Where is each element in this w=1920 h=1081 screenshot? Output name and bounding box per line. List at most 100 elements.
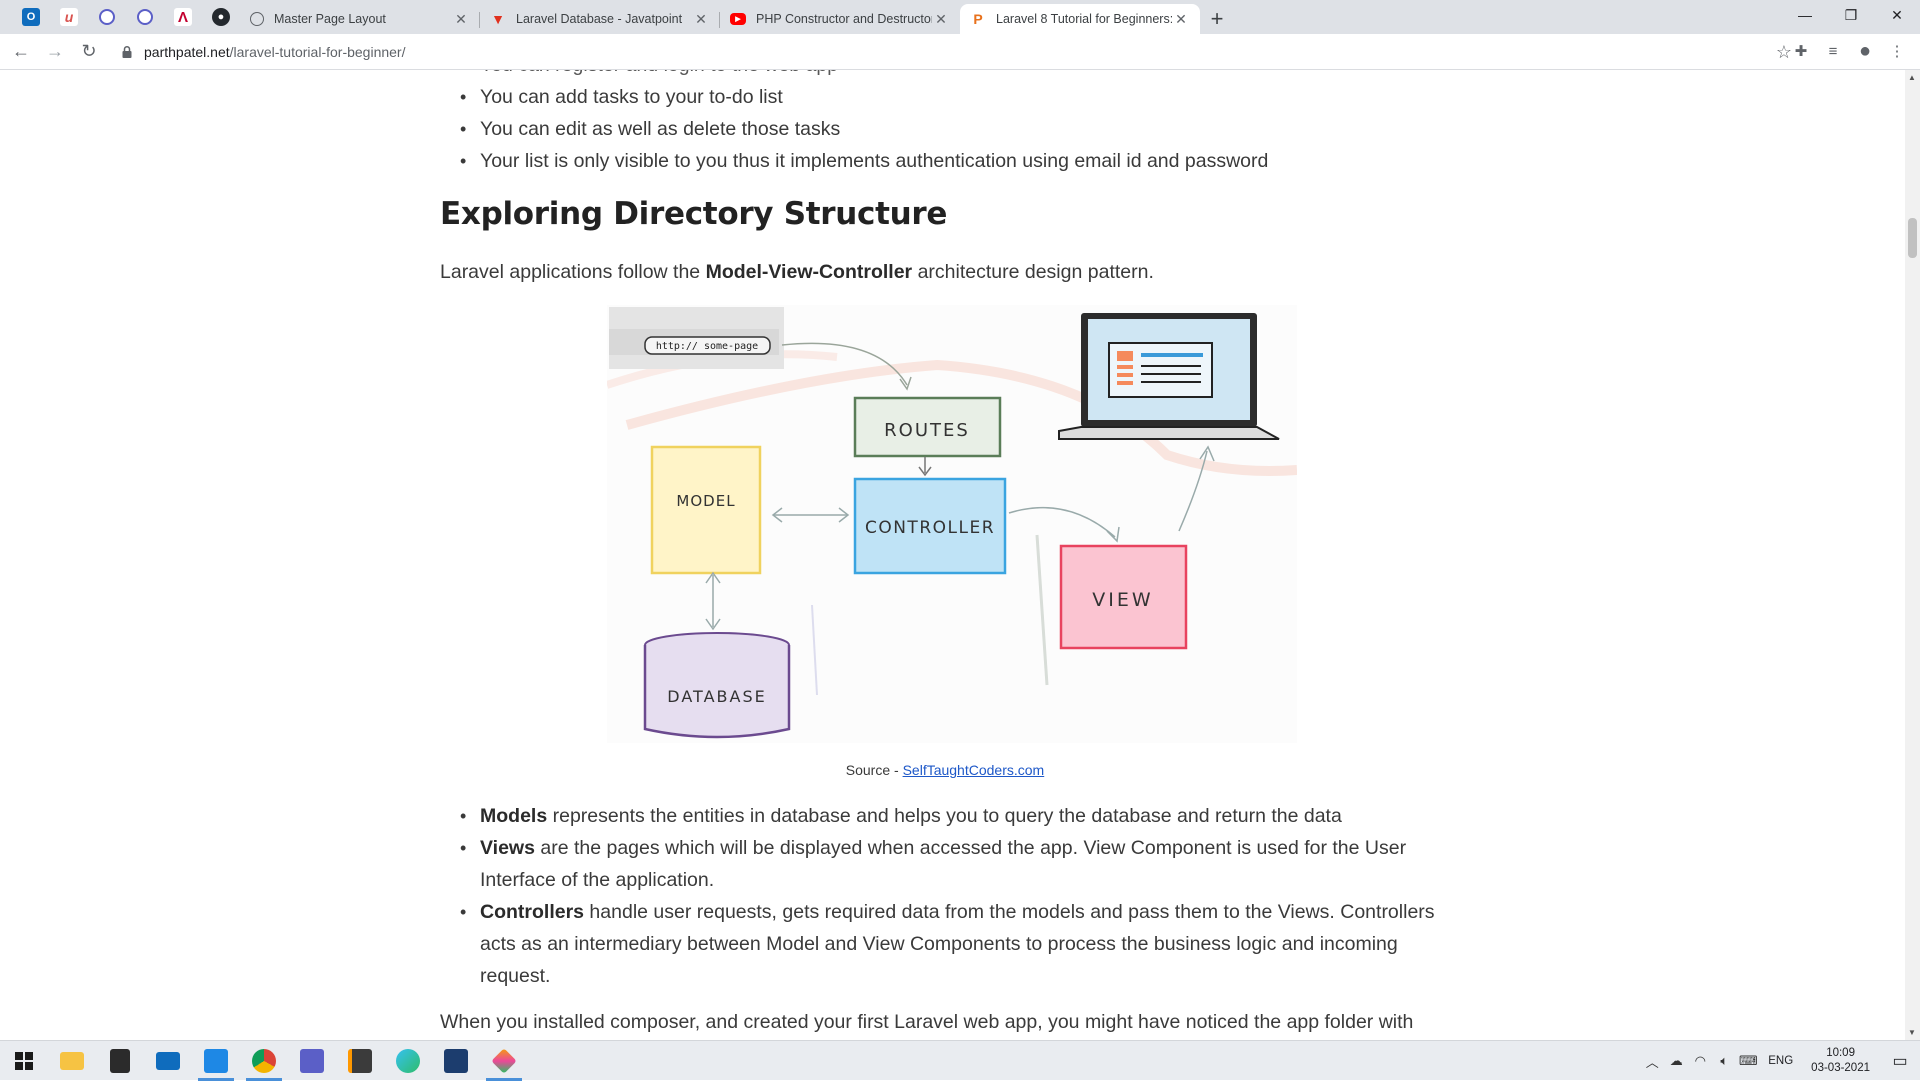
list-item: Your list is only visible to you thus it… xyxy=(440,145,1450,177)
new-tab-button[interactable]: + xyxy=(1200,4,1234,34)
scroll-down-arrow-icon[interactable]: ▼ xyxy=(1908,1028,1916,1037)
wifi-icon[interactable]: ◠ xyxy=(1688,1053,1712,1069)
pinned-tab-extension[interactable]: u xyxy=(50,0,88,34)
taskbar-edge[interactable] xyxy=(384,1041,432,1081)
tab-title: Master Page Layout xyxy=(274,12,386,26)
pinned-tab-angular[interactable]: Λ xyxy=(164,0,202,34)
term-controllers: Controllers xyxy=(480,901,585,923)
scrollbar-thumb[interactable] xyxy=(1908,218,1917,258)
list-item: You can add tasks to your to-do list xyxy=(440,81,1450,113)
sql-server-icon xyxy=(444,1048,468,1073)
database-label: DATABASE xyxy=(667,687,766,706)
notification-center-icon[interactable]: ▭ xyxy=(1880,1041,1920,1081)
tab-master-page-layout[interactable]: Master Page Layout ✕ xyxy=(240,4,480,34)
definition-views: are the pages which will be displayed wh… xyxy=(480,837,1407,891)
system-tray: ︿ ☁ ◠ 🔈︎ ⌨ ENG 10:09 03-03-2021 ▭ xyxy=(1640,1041,1920,1081)
taskbar-chrome[interactable] xyxy=(240,1041,288,1081)
term-views: Views xyxy=(480,837,535,859)
tab-title: Laravel 8 Tutorial for Beginners: C xyxy=(996,12,1172,26)
pinned-tabs: O u Λ ● xyxy=(0,0,240,34)
mvc-list: Models represents the entities in databa… xyxy=(440,800,1450,992)
globe-icon xyxy=(250,12,264,26)
term-models: Models xyxy=(480,805,548,827)
forward-button[interactable]: → xyxy=(38,35,72,69)
taskbar-teams[interactable] xyxy=(288,1041,336,1081)
close-icon[interactable]: ✕ xyxy=(932,10,950,28)
clock-date: 03-03-2021 xyxy=(1811,1062,1870,1074)
definition-models: represents the entities in database and … xyxy=(547,805,1342,827)
taskbar-vscode[interactable] xyxy=(192,1041,240,1081)
tab-laravel-tutorial[interactable]: P Laravel 8 Tutorial for Beginners: C ✕ xyxy=(960,4,1200,34)
tab-laravel-database[interactable]: ▼ Laravel Database - Javatpoint ✕ xyxy=(480,4,720,34)
restore-button[interactable]: ❐ xyxy=(1828,0,1874,30)
chrome-icon xyxy=(252,1048,276,1073)
address-bar[interactable]: parthpatel.net/laravel-tutorial-for-begi… xyxy=(108,37,1790,67)
browser-toolbar: ← → ↻ parthpatel.net/laravel-tutorial-fo… xyxy=(0,34,1920,70)
close-window-button[interactable]: ✕ xyxy=(1874,0,1920,30)
clock-time: 10:09 xyxy=(1826,1047,1855,1059)
taskbar-app-colorful[interactable] xyxy=(480,1041,528,1081)
view-label: VIEW xyxy=(1092,589,1153,611)
close-icon[interactable]: ✕ xyxy=(1172,10,1190,28)
controller-label: CONTROLLER xyxy=(865,518,995,538)
page-scrollbar[interactable]: ▲ ▼ xyxy=(1905,70,1920,1040)
pinned-tab-outlook[interactable]: O xyxy=(12,0,50,34)
edge-icon xyxy=(396,1048,420,1073)
feature-list: You can register and login to the web ap… xyxy=(440,70,1450,177)
start-button[interactable] xyxy=(0,1041,48,1081)
source-link[interactable]: SelfTaughtCoders.com xyxy=(903,762,1045,778)
list-item-models: Models represents the entities in databa… xyxy=(440,800,1450,832)
windows-logo-icon xyxy=(15,1051,33,1070)
close-icon[interactable]: ✕ xyxy=(452,10,470,28)
extensions-icon[interactable]: ✚ xyxy=(1788,38,1814,64)
taskbar-file-explorer[interactable] xyxy=(48,1041,96,1081)
pinned-tab-globe-1[interactable] xyxy=(88,0,126,34)
routes-label: ROUTES xyxy=(884,420,970,441)
minimize-button[interactable]: — xyxy=(1782,0,1828,30)
list-item-controllers: Controllers handle user requests, gets r… xyxy=(440,896,1450,992)
taskbar-ssms[interactable] xyxy=(432,1041,480,1081)
reload-button[interactable]: ↻ xyxy=(72,35,106,69)
tab-title: Laravel Database - Javatpoint xyxy=(516,12,683,26)
intro-text: Laravel applications follow the xyxy=(440,261,706,283)
volume-icon[interactable]: 🔈︎ xyxy=(1712,1053,1736,1069)
onedrive-cloud-icon[interactable]: ☁ xyxy=(1664,1053,1688,1069)
keyboard-icon[interactable]: ⌨ xyxy=(1736,1053,1760,1069)
sublime-text-icon xyxy=(348,1048,372,1073)
teams-icon xyxy=(300,1048,324,1073)
globe-icon xyxy=(137,9,153,25)
list-item: You can edit as well as delete those tas… xyxy=(440,113,1450,145)
menu-kebab-icon[interactable]: ⋮ xyxy=(1884,38,1910,64)
tab-title: PHP Constructor and Destructor xyxy=(756,12,932,26)
angular-icon: Λ xyxy=(174,8,192,26)
tab-php-constructor[interactable]: ▶ PHP Constructor and Destructor ✕ xyxy=(720,4,960,34)
mvc-diagram: http:// some-page ROUTES CONTROLLER MODE… xyxy=(607,305,1297,743)
taskbar-sublime[interactable] xyxy=(336,1041,384,1081)
vscode-icon xyxy=(204,1048,228,1073)
globe-icon xyxy=(99,9,115,25)
list-item: You can register and login to the web ap… xyxy=(440,70,1450,81)
scroll-up-arrow-icon[interactable]: ▲ xyxy=(1908,73,1916,82)
model-label: MODEL xyxy=(676,492,735,510)
reading-list-icon[interactable]: ≡ xyxy=(1820,38,1846,64)
back-button[interactable]: ← xyxy=(4,35,38,69)
javatpoint-icon: ▼ xyxy=(491,11,505,27)
close-icon[interactable]: ✕ xyxy=(692,10,710,28)
taskbar-store[interactable] xyxy=(96,1041,144,1081)
section-heading: Exploring Directory Structure xyxy=(440,196,948,232)
clock[interactable]: 10:09 03-03-2021 xyxy=(1801,1046,1880,1076)
pinned-tab-globe-2[interactable] xyxy=(126,0,164,34)
language-indicator[interactable]: ENG xyxy=(1760,1055,1801,1067)
taskbar-mail[interactable] xyxy=(144,1041,192,1081)
closing-paragraph: When you installed composer, and created… xyxy=(440,1011,1414,1033)
youtube-icon: ▶ xyxy=(730,13,746,25)
profile-avatar-icon[interactable]: ● xyxy=(1852,38,1878,64)
chevron-up-icon[interactable]: ︿ xyxy=(1640,1052,1664,1071)
mail-icon xyxy=(156,1051,180,1070)
outlook-icon: O xyxy=(22,8,40,26)
pinned-tab-github[interactable]: ● xyxy=(202,0,240,34)
url-path: /laravel-tutorial-for-beginner/ xyxy=(229,44,406,60)
figure-caption: Source - SelfTaughtCoders.com xyxy=(440,762,1450,778)
p-logo-icon: P xyxy=(973,11,983,27)
window-controls: — ❐ ✕ xyxy=(1782,0,1920,30)
